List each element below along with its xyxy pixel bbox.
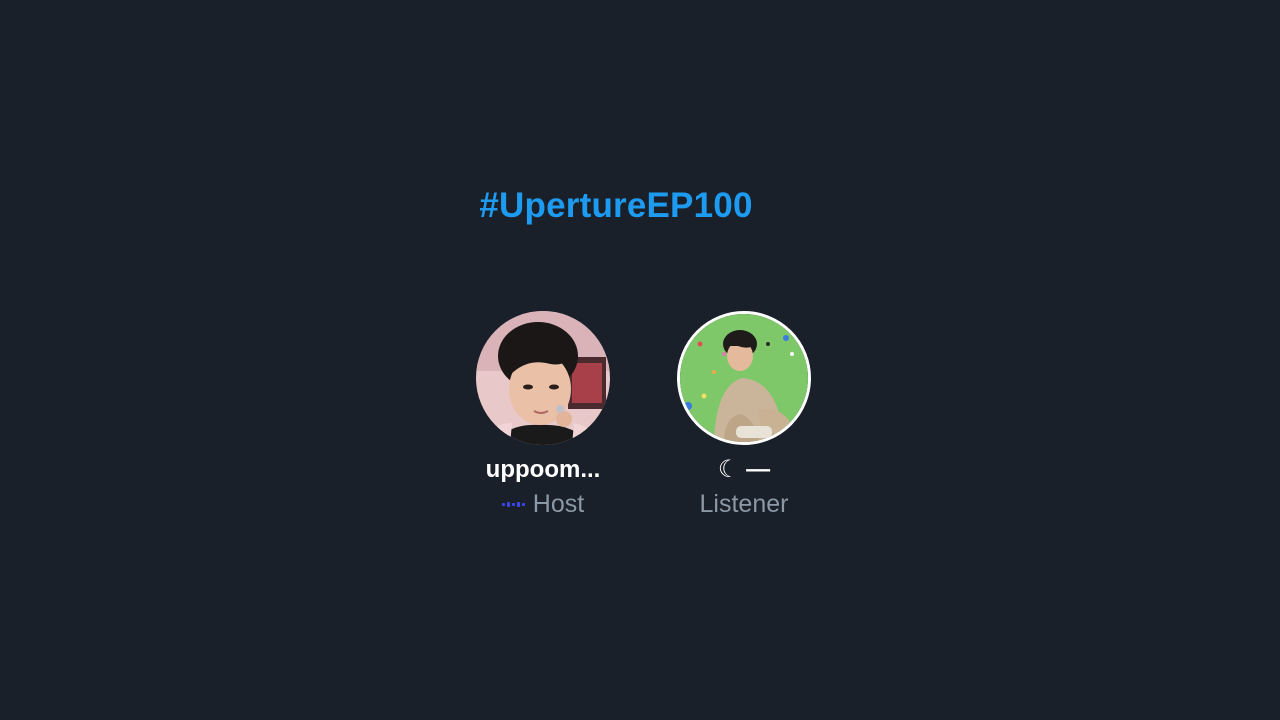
host-name: uppoom... bbox=[485, 456, 601, 483]
listener-role-label: Listener bbox=[699, 490, 789, 518]
avatar-photo-icon bbox=[680, 314, 808, 442]
listener-role: Listener bbox=[700, 488, 789, 520]
participant-host[interactable]: uppoom... Host bbox=[453, 311, 633, 520]
listener-avatar[interactable] bbox=[677, 311, 811, 445]
participant-listener[interactable]: ☾ — Listener bbox=[654, 311, 834, 520]
listener-name: ☾ — bbox=[717, 456, 771, 483]
space-title-hashtag[interactable]: #UpertureEP100 bbox=[0, 186, 1232, 226]
host-avatar[interactable] bbox=[476, 311, 610, 445]
host-role-label: Host bbox=[532, 490, 585, 518]
avatar-photo-icon bbox=[476, 311, 610, 445]
host-role: Host bbox=[501, 488, 585, 520]
speaking-indicator-icon bbox=[501, 499, 525, 509]
space-stage: #UpertureEP100 uppoom... Host ☾ — Listen… bbox=[0, 0, 1280, 720]
